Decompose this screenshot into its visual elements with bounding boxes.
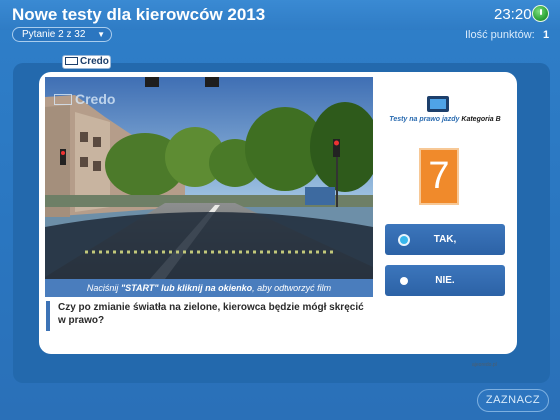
question-select[interactable]: Pytanie 2 z 32 ▼ [12, 27, 112, 42]
credo-logo-icon [65, 57, 78, 65]
score-value: 1 [543, 29, 550, 41]
answer-no-label: NIE. [435, 275, 455, 286]
answer-no-button[interactable]: NIE. [385, 265, 505, 296]
credo-watermark-icon [54, 94, 72, 105]
radio-no[interactable] [400, 277, 408, 285]
footer-brand: ajeoredo.pl [472, 362, 497, 368]
video-watermark: Credo [54, 91, 115, 107]
chevron-down-icon: ▼ [97, 30, 105, 39]
app-brand-text: Testy na prawo jazdy Kategoria B [389, 116, 501, 123]
countdown-timer: 7 [419, 148, 459, 205]
radio-yes[interactable] [400, 236, 408, 244]
credo-logo: Credo [62, 55, 111, 69]
video-frame [45, 77, 373, 279]
submit-button[interactable]: ZAZNACZ [477, 389, 549, 412]
score-label: Ilość punktów: [465, 29, 535, 41]
video-caption: Naciśnij "START" lub kliknij na okienko,… [45, 279, 373, 297]
video-player[interactable]: Credo [45, 77, 373, 279]
clock-display: 23:20 [494, 6, 532, 23]
app-title: Nowe testy dla kierowców 2013 [12, 5, 266, 24]
answer-yes-button[interactable]: TAK, [385, 224, 505, 255]
answer-yes-label: TAK, [433, 234, 457, 245]
app-brand: Testy na prawo jazdy Kategoria B [385, 96, 505, 130]
monitor-icon [427, 96, 449, 112]
question-text: Czy po zmianie światła na zielone, kiero… [46, 301, 371, 331]
question-select-label: Pytanie 2 z 32 [22, 29, 86, 40]
power-icon[interactable] [532, 5, 549, 22]
